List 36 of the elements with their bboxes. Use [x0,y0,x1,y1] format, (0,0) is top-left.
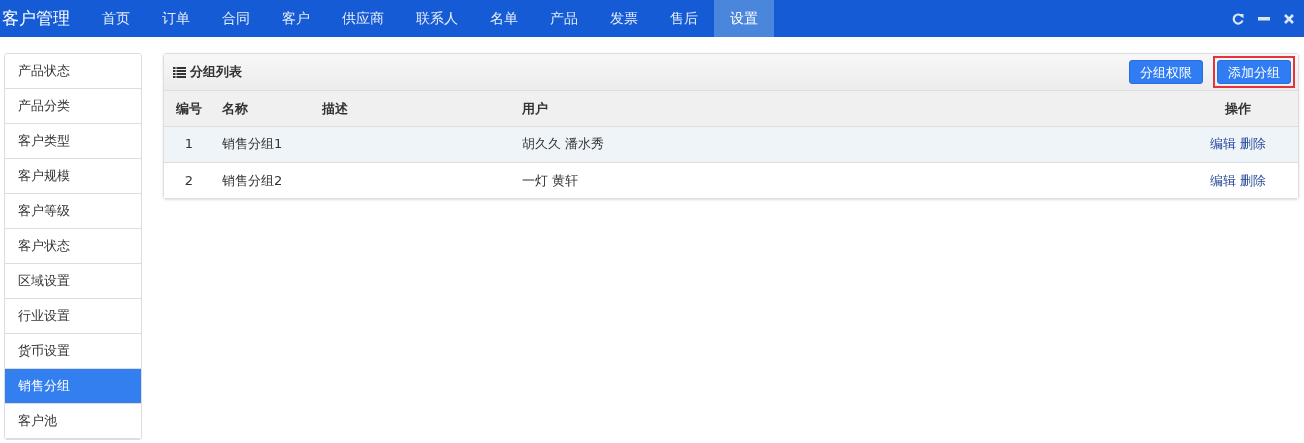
table-cell: 2 [184,172,194,188]
list-icon [173,66,186,78]
nav-tab[interactable]: 发票 [594,0,654,37]
nav-tab[interactable]: 产品 [534,0,594,37]
nav-tab[interactable]: 订单 [146,0,206,37]
nav-tab[interactable]: 售后 [654,0,714,37]
nav-tab[interactable]: 名单 [474,0,534,37]
action-link[interactable]: 编辑 [1210,136,1236,152]
panel-button[interactable]: 添加分组 [1217,60,1291,85]
column-header: 名称 [214,91,314,126]
column-header: 编号 [164,91,214,126]
nav-tab[interactable]: 合同 [206,0,266,37]
sidebar-item[interactable]: 销售分组 [5,369,141,404]
table-cell: 销售分组1 [222,136,283,152]
column-header: 操作 [1178,91,1298,126]
refresh-icon[interactable] [1232,12,1244,25]
nav-tab[interactable]: 供应商 [326,0,400,37]
action-link[interactable]: 删除 [1240,172,1266,188]
column-header: 用户 [514,91,1178,126]
table-cell: 胡久久 潘水秀 [522,136,605,152]
app-title: 客户管理 [1,7,71,30]
nav-tab[interactable]: 首页 [86,0,146,37]
nav-tab[interactable]: 设置 [714,0,774,37]
close-icon[interactable] [1284,13,1294,24]
minimize-icon[interactable] [1258,16,1270,21]
table-cell: 一灯 黄轩 [522,172,579,188]
table-cell: 1 [184,136,194,152]
column-header: 描述 [314,91,514,126]
sidebar-item[interactable]: 产品状态 [5,54,141,89]
panel-button[interactable]: 分组权限 [1129,60,1203,85]
action-link[interactable]: 删除 [1240,136,1266,152]
panel-title: 分组列表 [190,63,242,82]
nav-tab[interactable]: 联系人 [400,0,474,37]
nav-tab[interactable]: 客户 [266,0,326,37]
table-cell: 销售分组2 [222,172,283,188]
action-link[interactable]: 编辑 [1210,172,1236,188]
